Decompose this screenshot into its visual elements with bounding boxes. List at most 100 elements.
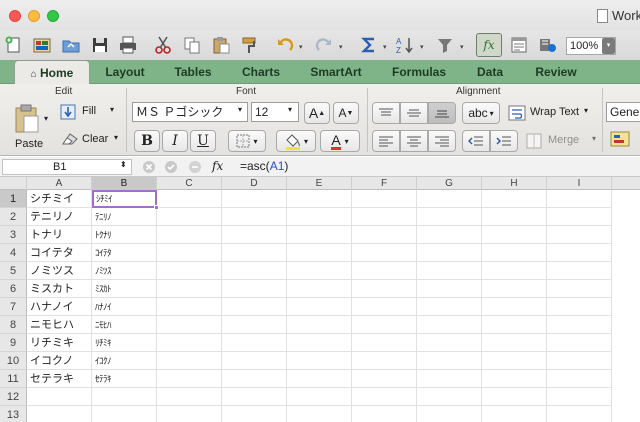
cell-c11[interactable] [157,370,222,388]
cell-g6[interactable] [417,280,482,298]
cell-d4[interactable] [222,244,287,262]
row-header-11[interactable]: 11 [0,370,27,388]
grow-font-button[interactable]: A ▲ [304,102,330,124]
bold-button[interactable]: B [134,130,160,152]
cell-g10[interactable] [417,352,482,370]
new-workbook-icon[interactable] [2,33,26,57]
font-name-dropdown-icon[interactable]: ▾ [238,105,242,114]
cell-d8[interactable] [222,316,287,334]
cell-h12[interactable] [482,388,547,406]
column-header-e[interactable]: E [287,177,352,190]
paste-icon[interactable] [209,33,233,57]
cell-g8[interactable] [417,316,482,334]
column-header-c[interactable]: C [157,177,222,190]
column-header-b[interactable]: B [92,177,157,190]
cell-h5[interactable] [482,262,547,280]
cell-d10[interactable] [222,352,287,370]
formula-builder-button[interactable]: fx [476,33,502,57]
cell-g1[interactable] [417,190,482,208]
column-header-i[interactable]: I [547,177,612,190]
cell-e9[interactable] [287,334,352,352]
align-right-button[interactable] [428,130,456,152]
cell-a4[interactable]: コイテタ [27,244,92,262]
row-header-9[interactable]: 9 [0,334,27,352]
formula-input[interactable]: =asc(A1) [240,159,288,173]
row-header-1[interactable]: 1 [0,190,27,208]
cell-i2[interactable] [547,208,612,226]
autosum-icon[interactable] [357,33,381,57]
cell-e5[interactable] [287,262,352,280]
cell-c4[interactable] [157,244,222,262]
clear-button[interactable]: Clear ▾ [60,130,122,150]
cell-e2[interactable] [287,208,352,226]
cell-f3[interactable] [352,226,417,244]
sort-dropdown-icon[interactable]: ▾ [420,43,424,51]
cell-g4[interactable] [417,244,482,262]
cell-f7[interactable] [352,298,417,316]
cell-f12[interactable] [352,388,417,406]
cell-c3[interactable] [157,226,222,244]
align-top-button[interactable] [372,102,400,124]
cell-a10[interactable]: イコクノ [27,352,92,370]
fill-handle[interactable] [154,205,159,210]
cell-h2[interactable] [482,208,547,226]
cell-f1[interactable] [352,190,417,208]
cell-h6[interactable] [482,280,547,298]
tab-formulas[interactable]: Formulas [386,60,452,84]
tab-data[interactable]: Data [466,60,514,84]
undo-icon[interactable] [273,33,297,57]
cell-c1[interactable] [157,190,222,208]
borders-button[interactable]: ▾ [228,130,266,152]
text-orientation-button[interactable]: abc ▾ [462,102,500,124]
name-box-stepper-icon[interactable]: ⬍ [120,160,127,169]
cell-a8[interactable]: ニモヒハ [27,316,92,334]
cell-b5[interactable]: ﾉﾐﾂｽ [92,262,157,280]
cell-g3[interactable] [417,226,482,244]
cell-h10[interactable] [482,352,547,370]
tab-layout[interactable]: Layout [96,60,154,84]
font-name-select[interactable]: ＭＳ Ｐゴシック [132,102,248,122]
cell-c10[interactable] [157,352,222,370]
templates-icon[interactable] [30,33,54,57]
fx-label[interactable]: fx [212,159,223,173]
cell-c12[interactable] [157,388,222,406]
media-browser-icon[interactable] [536,33,560,57]
cell-h11[interactable] [482,370,547,388]
tab-home[interactable]: ⌂ Home [14,60,90,84]
worksheet-grid[interactable]: ABCDEFGHI 1 シチミイ ｼﾁﾐｲ 2 テニリノ ﾃﾆﾘﾉ 3 トナリ ﾄｸﾅﾘ 4 コイテ… [0,177,640,422]
cell-c6[interactable] [157,280,222,298]
cell-i10[interactable] [547,352,612,370]
cell-b10[interactable]: ｲｺｸﾉ [92,352,157,370]
column-header-a[interactable]: A [27,177,92,190]
cell-b2[interactable]: ﾃﾆﾘﾉ [92,208,157,226]
cell-b3[interactable]: ﾄｸﾅﾘ [92,226,157,244]
shrink-font-button[interactable]: A ▼ [333,102,359,124]
formula-builder-icon[interactable] [188,160,202,174]
clear-dropdown-icon[interactable]: ▾ [114,133,118,142]
cell-g2[interactable] [417,208,482,226]
cell-d13[interactable] [222,406,287,422]
cell-e11[interactable] [287,370,352,388]
cell-f6[interactable] [352,280,417,298]
redo-icon[interactable] [312,33,336,57]
tab-smartart[interactable]: SmartArt [302,60,370,84]
row-header-8[interactable]: 8 [0,316,27,334]
align-middle-button[interactable] [400,102,428,124]
cell-e12[interactable] [287,388,352,406]
cell-a2[interactable]: テニリノ [27,208,92,226]
column-header-d[interactable]: D [222,177,287,190]
cell-i7[interactable] [547,298,612,316]
cell-c9[interactable] [157,334,222,352]
cell-a3[interactable]: トナリ [27,226,92,244]
cell-d5[interactable] [222,262,287,280]
cell-b7[interactable]: ﾊﾅﾉｲ [92,298,157,316]
cancel-entry-icon[interactable] [142,160,156,174]
cell-i13[interactable] [547,406,612,422]
cell-b1[interactable]: ｼﾁﾐｲ [92,190,157,208]
cell-e8[interactable] [287,316,352,334]
cell-h8[interactable] [482,316,547,334]
row-header-6[interactable]: 6 [0,280,27,298]
undo-dropdown-icon[interactable]: ▾ [299,43,303,51]
row-header-3[interactable]: 3 [0,226,27,244]
cell-h1[interactable] [482,190,547,208]
